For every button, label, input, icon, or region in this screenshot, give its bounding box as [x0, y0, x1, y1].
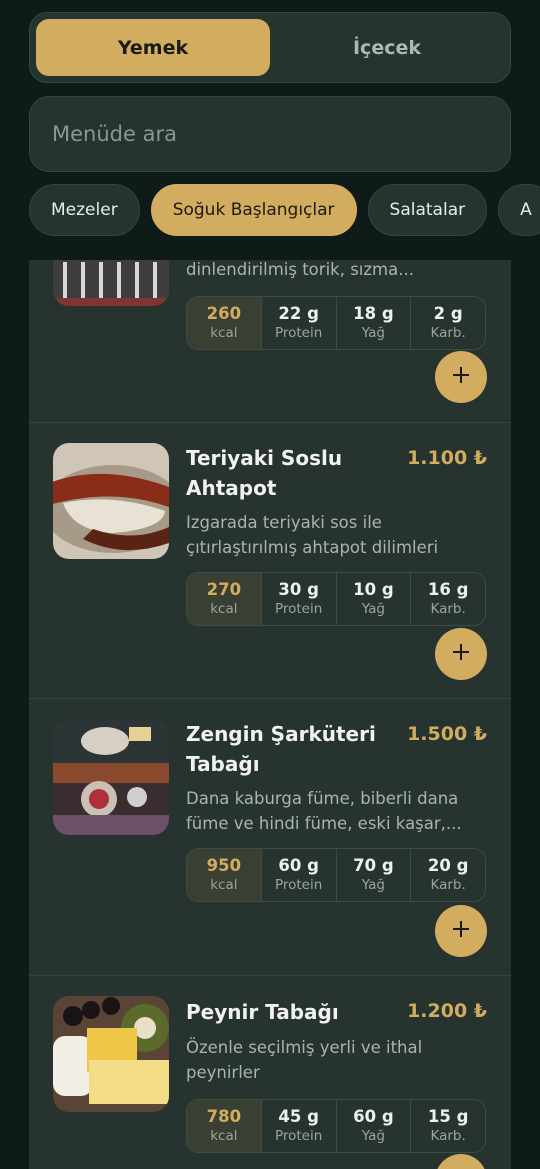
search-input[interactable]	[52, 122, 488, 146]
plus-icon	[451, 642, 471, 666]
menu-header: Yemek İçecek Mezeler Soğuk Başlangıçlar …	[0, 0, 540, 260]
menu-type-toggle: Yemek İçecek	[29, 12, 511, 83]
macro-kcal: 260 kcal	[187, 297, 261, 349]
plus-icon	[451, 365, 471, 389]
menu-item-card[interactable]: Zengin Şarküteri Tabağı 1.500 ₺ Dana kab…	[29, 699, 511, 976]
item-name: Zengin Şarküteri Tabağı	[186, 722, 376, 776]
macro-fat: 60 g Yağ	[335, 1100, 411, 1152]
category-chip-salatalar[interactable]: Salatalar	[367, 184, 488, 236]
menu-item-card[interactable]: Peynir Tabağı 1.200 ₺ Özenle seçilmiş ye…	[29, 976, 511, 1169]
macro-kcal: 950 kcal	[187, 849, 261, 901]
category-chip-mezeler[interactable]: Mezeler	[29, 184, 140, 236]
tab-drinks[interactable]: İçecek	[270, 19, 504, 76]
macro-carbs: 15 g Karb.	[410, 1100, 485, 1152]
item-description: Özenle seçilmiş yerli ve ithal peynirler	[186, 1038, 423, 1082]
item-description: Dana kaburga füme, biberli dana füme ve …	[186, 789, 462, 833]
macro-carbs: 16 g Karb.	[410, 573, 485, 625]
macro-protein: 60 g Protein	[260, 849, 336, 901]
nutrition-table: 270 kcal 30 g Protein 10 g Yağ 16 g Karb.	[186, 572, 486, 626]
macro-protein: 45 g Protein	[260, 1100, 336, 1152]
food-image	[53, 443, 169, 559]
nutrition-table: 950 kcal 60 g Protein 70 g Yağ 20 g Karb.	[186, 848, 486, 902]
item-price: 1.500 ₺	[407, 723, 487, 745]
macro-fat: 18 g Yağ	[335, 297, 411, 349]
plus-icon	[451, 919, 471, 943]
category-chip-next[interactable]: A	[498, 184, 540, 236]
tab-food[interactable]: Yemek	[36, 19, 270, 76]
food-image	[53, 996, 169, 1112]
macro-carbs: 2 g Karb.	[410, 297, 485, 349]
macro-protein: 22 g Protein	[260, 297, 336, 349]
item-description: Izgarada teriyaki sos ile çıtırlaştırılm…	[186, 513, 439, 557]
item-price: 1.200 ₺	[407, 1000, 487, 1022]
item-price: 1.100 ₺	[407, 447, 487, 469]
macro-kcal: 780 kcal	[187, 1100, 261, 1152]
item-name: Peynir Tabağı	[186, 1000, 339, 1024]
menu-item-card[interactable]: Teriyaki Soslu Ahtapot 1.100 ₺ Izgarada …	[29, 423, 511, 699]
add-to-cart-button[interactable]	[435, 351, 487, 403]
nutrition-table: 780 kcal 45 g Protein 60 g Yağ 15 g Karb.	[186, 1099, 486, 1153]
item-name: Teriyaki Soslu Ahtapot	[186, 446, 343, 500]
macro-fat: 10 g Yağ	[335, 573, 411, 625]
macro-carbs: 20 g Karb.	[410, 849, 485, 901]
category-chip-soguk-baslangiclar[interactable]: Soğuk Başlangıçlar	[150, 184, 357, 236]
food-image	[53, 719, 169, 835]
macro-fat: 70 g Yağ	[335, 849, 411, 901]
add-to-cart-button[interactable]	[435, 905, 487, 957]
add-to-cart-button[interactable]	[435, 628, 487, 680]
search-bar[interactable]	[29, 96, 511, 172]
item-description: dinlendirilmiş torik, sızma...	[186, 260, 414, 279]
category-chips[interactable]: Mezeler Soğuk Başlangıçlar Salatalar A	[29, 184, 540, 236]
nutrition-table: 260 kcal 22 g Protein 18 g Yağ 2 g Karb.	[186, 296, 486, 350]
add-to-cart-button[interactable]	[435, 1154, 487, 1169]
macro-protein: 30 g Protein	[260, 573, 336, 625]
macro-kcal: 270 kcal	[187, 573, 261, 625]
